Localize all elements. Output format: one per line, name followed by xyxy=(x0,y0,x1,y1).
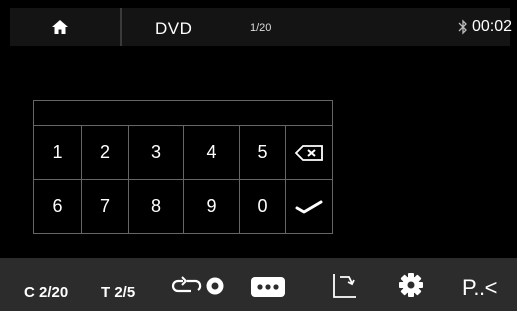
clock: 00:02 xyxy=(472,18,513,35)
more-button[interactable] xyxy=(248,274,288,300)
key-label: 9 xyxy=(206,196,217,216)
top-bar: DVD 1/20 00:02 xyxy=(10,8,513,46)
numeric-keypad: 1 2 3 4 5 6 7 8 9 0 xyxy=(33,126,333,234)
settings-button[interactable] xyxy=(394,270,428,300)
key-8[interactable]: 8 xyxy=(129,180,184,234)
number-display xyxy=(33,100,333,126)
key-label: 6 xyxy=(52,196,63,216)
rotate-icon xyxy=(333,274,356,298)
key-label: 2 xyxy=(99,142,110,162)
key-label: 3 xyxy=(150,142,161,162)
key-7[interactable]: 7 xyxy=(82,180,129,234)
repeat-button[interactable] xyxy=(168,273,228,299)
key-label: 4 xyxy=(206,142,217,162)
key-1[interactable]: 1 xyxy=(34,126,82,180)
chapter-indicator: C 2/20 xyxy=(24,284,69,301)
key-2[interactable]: 2 xyxy=(82,126,129,180)
repeat-icon xyxy=(171,276,224,295)
key-label: 7 xyxy=(99,196,110,216)
key-label: 8 xyxy=(150,196,161,216)
angle-button[interactable] xyxy=(328,270,360,300)
key-9[interactable]: 9 xyxy=(184,180,240,234)
gear-icon xyxy=(399,273,423,297)
bottom-bar: C 2/20 T 2/5 P..< xyxy=(0,258,517,311)
bluetooth-icon xyxy=(458,19,467,35)
backspace-button[interactable] xyxy=(286,126,333,180)
page-switch-button[interactable]: P..< xyxy=(462,275,497,301)
checkmark-icon xyxy=(295,200,323,213)
key-label: 5 xyxy=(257,142,268,162)
key-5[interactable]: 5 xyxy=(240,126,286,180)
backspace-icon xyxy=(295,144,323,161)
title-indicator: T 2/5 xyxy=(101,284,136,301)
key-4[interactable]: 4 xyxy=(184,126,240,180)
key-6[interactable]: 6 xyxy=(34,180,82,234)
page-title: DVD xyxy=(155,19,193,38)
disc-counter: 1/20 xyxy=(250,22,272,34)
home-icon xyxy=(52,20,68,34)
confirm-button[interactable] xyxy=(286,180,333,234)
more-icon xyxy=(251,277,285,297)
screen: DVD 1/20 00:02 1 2 3 4 5 6 7 8 9 0 C 2/2… xyxy=(0,0,517,311)
home-button[interactable] xyxy=(10,8,110,46)
divider xyxy=(120,8,122,46)
key-0[interactable]: 0 xyxy=(240,180,286,234)
key-label: 1 xyxy=(52,142,63,162)
key-label: 0 xyxy=(257,196,268,216)
key-3[interactable]: 3 xyxy=(129,126,184,180)
